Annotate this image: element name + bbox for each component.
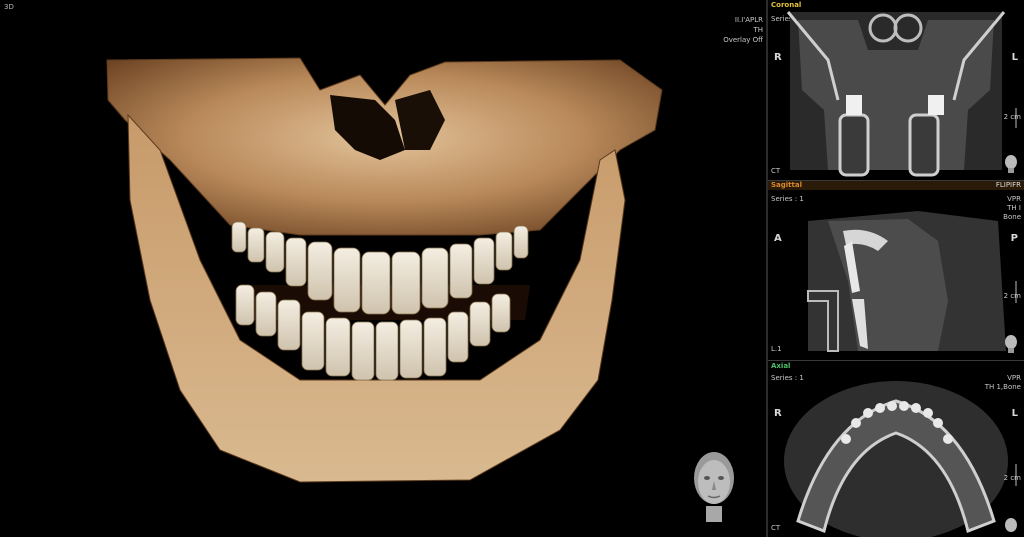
viewport-coronal[interactable]: Coronal Series : 1 R L 2 cm CT [768,0,1024,180]
sagittal-head-orientation-icon[interactable] [1004,334,1018,354]
axial-head-orientation-icon[interactable] [1004,517,1018,533]
axial-ct-slice [784,381,1017,537]
coronal-ct-slice [786,11,1017,177]
sagittal-orientation-right: P [1010,233,1018,244]
axial-orientation-right: L [1011,408,1018,419]
sagittal-ct-slice [807,211,1017,352]
coronal-orientation-right: L [1011,52,1018,63]
coronal-scale-label: 2 cm [1003,113,1021,121]
coronal-modality: CT [771,167,781,175]
skull-3d-render [106,57,663,483]
sagittal-corner-label: L.1 [771,345,782,353]
head-orientation-icon[interactable] [688,448,740,524]
axial-modality: CT [771,524,781,532]
coronal-head-orientation-icon[interactable] [1004,154,1018,174]
viewport-sagittal[interactable]: Sagittal FLIPIFR Series : 1 VPR TH I Bon… [768,181,1024,360]
coronal-orientation-left: R [774,52,782,63]
axial-orientation-left: R [774,408,782,419]
viewport-axial[interactable]: Axial Series : 1 VPR TH 1,Bone R L 2 cm … [768,361,1024,537]
viewport-3d[interactable]: 3D II.I'APLR TH Overlay Off [0,0,766,537]
sagittal-scale-label: 2 cm [1003,292,1021,300]
axial-scale-label: 2 cm [1003,474,1021,482]
sagittal-orientation-left: A [774,233,782,244]
